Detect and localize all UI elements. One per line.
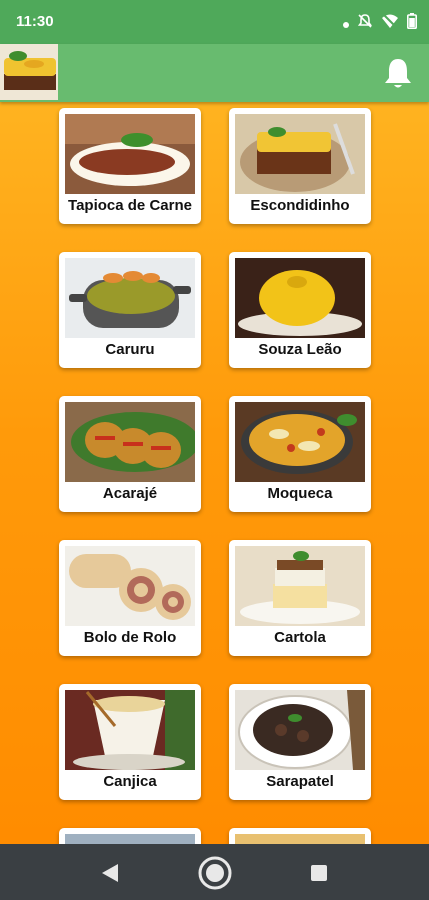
battery-icon xyxy=(407,13,417,34)
dish-image xyxy=(65,546,195,626)
back-triangle-icon[interactable] xyxy=(96,858,126,888)
dish-grid-container[interactable]: Tapioca de Carne Escondidinho Caruru Sou… xyxy=(0,102,429,844)
dish-label: Tapioca de Carne xyxy=(68,197,192,214)
app-bar xyxy=(0,44,429,102)
dish-image xyxy=(65,258,195,338)
dish-image xyxy=(235,114,365,194)
dish-image xyxy=(235,546,365,626)
dot-icon xyxy=(343,15,349,33)
dish-card-partial[interactable] xyxy=(59,828,201,844)
dish-label: Caruru xyxy=(105,341,155,358)
dish-card-cartola[interactable]: Cartola xyxy=(229,540,371,656)
home-circle-icon[interactable] xyxy=(197,855,233,891)
dish-card-moqueca[interactable]: Moqueca xyxy=(229,396,371,512)
dish-card-bolo-de-rolo[interactable]: Bolo de Rolo xyxy=(59,540,201,656)
dish-card-caruru[interactable]: Caruru xyxy=(59,252,201,368)
dish-image xyxy=(235,402,365,482)
dish-card-partial[interactable] xyxy=(229,828,371,844)
wifi-off-icon xyxy=(381,13,399,34)
dish-card-tapioca[interactable]: Tapioca de Carne xyxy=(59,108,201,224)
status-icons xyxy=(343,13,417,34)
dish-label: Souza Leão xyxy=(258,341,342,358)
dish-image xyxy=(65,114,195,194)
dish-card-escondidinho[interactable]: Escondidinho xyxy=(229,108,371,224)
bell-icon[interactable] xyxy=(381,56,415,90)
dish-label: Acarajé xyxy=(102,485,158,502)
dish-thumbnail[interactable] xyxy=(0,44,58,100)
dish-image xyxy=(235,834,365,844)
status-time: 11:30 xyxy=(16,13,54,30)
dish-image xyxy=(235,258,365,338)
status-bar: 11:30 xyxy=(0,0,429,44)
dish-image xyxy=(65,834,195,844)
dish-label: Escondidinho xyxy=(250,197,350,214)
dish-image xyxy=(235,690,365,770)
dish-card-souza-leao[interactable]: Souza Leão xyxy=(229,252,371,368)
dish-card-canjica[interactable]: Canjica xyxy=(59,684,201,800)
dish-label: Cartola xyxy=(274,629,326,646)
dish-label: Sarapatel xyxy=(266,773,334,790)
dish-label: Bolo de Rolo xyxy=(83,629,177,646)
dish-label: Moqueca xyxy=(267,485,333,502)
recents-square-icon[interactable] xyxy=(304,858,334,888)
dish-image xyxy=(65,690,195,770)
dish-card-acaraje[interactable]: Acarajé xyxy=(59,396,201,512)
navigation-bar xyxy=(0,844,429,900)
mute-icon xyxy=(357,13,373,34)
dish-label: Canjica xyxy=(103,773,157,790)
dish-card-sarapatel[interactable]: Sarapatel xyxy=(229,684,371,800)
dish-image xyxy=(65,402,195,482)
